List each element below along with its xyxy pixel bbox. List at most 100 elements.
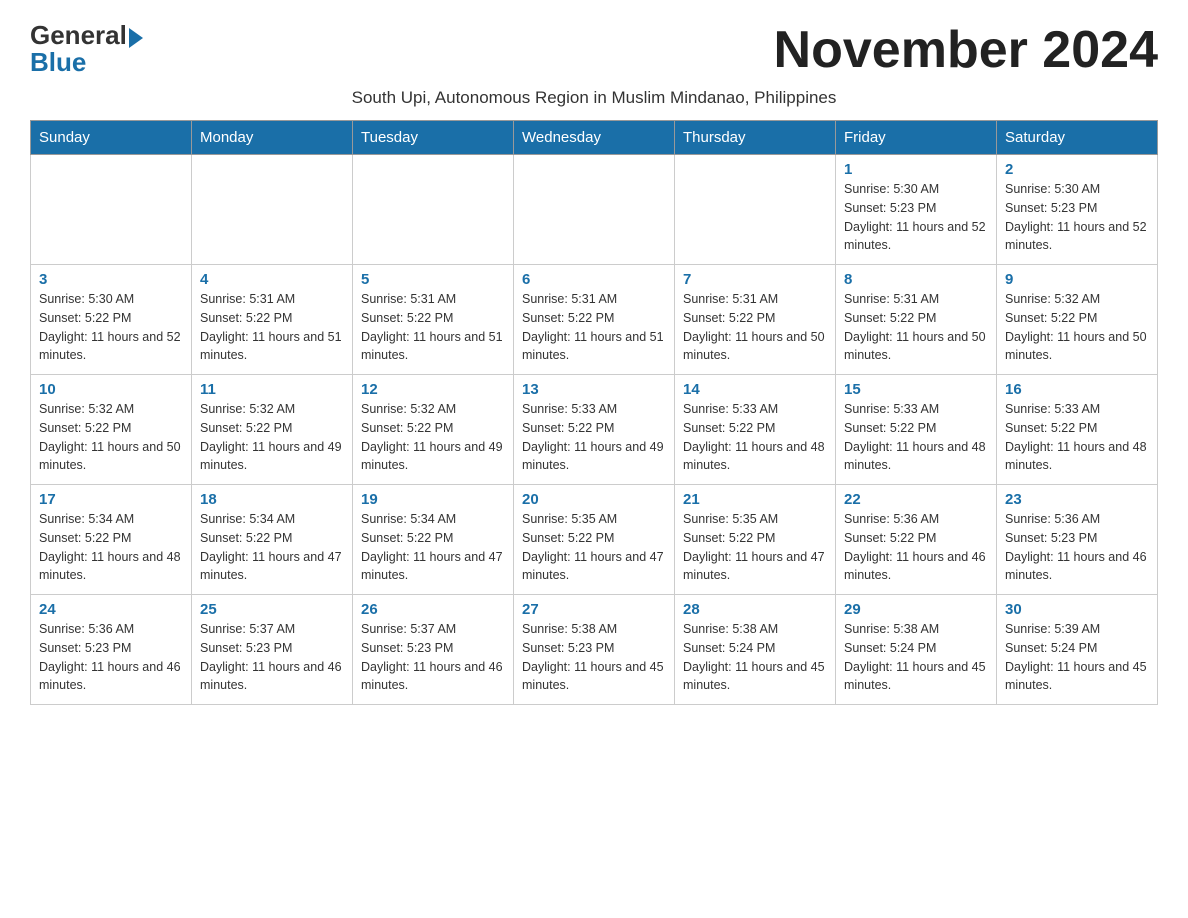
day-cell: 14 Sunrise: 5:33 AM Sunset: 5:22 PM Dayli…: [675, 375, 836, 485]
day-number: 19: [361, 491, 505, 508]
day-cell: [353, 155, 514, 265]
week-row-2: 3Sunrise: 5:30 AM Sunset: 5:22 PM Daylig…: [31, 265, 1158, 375]
day-info: Sunrise: 5:30 AM Sunset: 5:22 PM Dayligh…: [39, 290, 183, 365]
day-number: 8: [844, 271, 988, 288]
day-info: Sunrise: 5:34 AM Sunset: 5:22 PM Dayligh…: [200, 510, 344, 585]
day-cell: 25 Sunrise: 5:37 AM Sunset: 5:23 PM Dayli…: [192, 595, 353, 705]
day-info: Sunrise: 5:38 AM Sunset: 5:24 PM Dayligh…: [683, 620, 827, 695]
subtitle: South Upi, Autonomous Region in Muslim M…: [30, 88, 1158, 108]
day-number: 22: [844, 491, 988, 508]
day-number: 17: [39, 491, 183, 508]
weekday-header-wednesday: Wednesday: [514, 121, 675, 155]
day-cell: 17 Sunrise: 5:34 AM Sunset: 5:22 PM Dayli…: [31, 485, 192, 595]
calendar-table: SundayMondayTuesdayWednesdayThursdayFrid…: [30, 120, 1158, 705]
day-number: 18: [200, 491, 344, 508]
day-number: 9: [1005, 271, 1149, 288]
day-info: Sunrise: 5:35 AM Sunset: 5:22 PM Dayligh…: [522, 510, 666, 585]
weekday-header-thursday: Thursday: [675, 121, 836, 155]
day-info: Sunrise: 5:37 AM Sunset: 5:23 PM Dayligh…: [361, 620, 505, 695]
day-info: Sunrise: 5:33 AM Sunset: 5:22 PM Dayligh…: [683, 400, 827, 475]
day-info: Sunrise: 5:35 AM Sunset: 5:22 PM Dayligh…: [683, 510, 827, 585]
weekday-header-row: SundayMondayTuesdayWednesdayThursdayFrid…: [31, 121, 1158, 155]
day-cell: 23 Sunrise: 5:36 AM Sunset: 5:23 PM Dayli…: [997, 485, 1158, 595]
day-cell: 30Sunrise: 5:39 AM Sunset: 5:24 PM Dayli…: [997, 595, 1158, 705]
day-number: 21: [683, 491, 827, 508]
day-cell: [192, 155, 353, 265]
week-row-3: 10 Sunrise: 5:32 AM Sunset: 5:22 PM Dayli…: [31, 375, 1158, 485]
day-info: Sunrise: 5:31 AM Sunset: 5:22 PM Dayligh…: [200, 290, 344, 365]
day-cell: 13Sunrise: 5:33 AM Sunset: 5:22 PM Dayli…: [514, 375, 675, 485]
day-cell: 11Sunrise: 5:32 AM Sunset: 5:22 PM Dayli…: [192, 375, 353, 485]
day-number: 10: [39, 381, 183, 398]
weekday-header-tuesday: Tuesday: [353, 121, 514, 155]
day-info: Sunrise: 5:36 AM Sunset: 5:22 PM Dayligh…: [844, 510, 988, 585]
day-info: Sunrise: 5:37 AM Sunset: 5:23 PM Dayligh…: [200, 620, 344, 695]
day-number: 6: [522, 271, 666, 288]
week-row-1: 1 Sunrise: 5:30 AM Sunset: 5:23 PM Daylig…: [31, 155, 1158, 265]
day-info: Sunrise: 5:31 AM Sunset: 5:22 PM Dayligh…: [683, 290, 827, 365]
day-cell: 6 Sunrise: 5:31 AM Sunset: 5:22 PM Daylig…: [514, 265, 675, 375]
logo-arrow-icon: [129, 28, 143, 48]
day-info: Sunrise: 5:34 AM Sunset: 5:22 PM Dayligh…: [39, 510, 183, 585]
day-cell: 7 Sunrise: 5:31 AM Sunset: 5:22 PM Daylig…: [675, 265, 836, 375]
day-number: 23: [1005, 491, 1149, 508]
day-number: 28: [683, 601, 827, 618]
day-number: 1: [844, 161, 988, 178]
day-cell: 10 Sunrise: 5:32 AM Sunset: 5:22 PM Dayli…: [31, 375, 192, 485]
day-cell: 8 Sunrise: 5:31 AM Sunset: 5:22 PM Daylig…: [836, 265, 997, 375]
week-row-5: 24 Sunrise: 5:36 AM Sunset: 5:23 PM Dayli…: [31, 595, 1158, 705]
page-title: November 2024: [774, 20, 1158, 80]
day-number: 12: [361, 381, 505, 398]
day-number: 5: [361, 271, 505, 288]
day-cell: 19 Sunrise: 5:34 AM Sunset: 5:22 PM Dayli…: [353, 485, 514, 595]
day-cell: 3Sunrise: 5:30 AM Sunset: 5:22 PM Daylig…: [31, 265, 192, 375]
day-number: 7: [683, 271, 827, 288]
day-info: Sunrise: 5:36 AM Sunset: 5:23 PM Dayligh…: [1005, 510, 1149, 585]
day-info: Sunrise: 5:36 AM Sunset: 5:23 PM Dayligh…: [39, 620, 183, 695]
day-number: 15: [844, 381, 988, 398]
day-cell: 9 Sunrise: 5:32 AM Sunset: 5:22 PM Daylig…: [997, 265, 1158, 375]
day-cell: 26Sunrise: 5:37 AM Sunset: 5:23 PM Dayli…: [353, 595, 514, 705]
day-info: Sunrise: 5:30 AM Sunset: 5:23 PM Dayligh…: [1005, 180, 1149, 255]
weekday-header-sunday: Sunday: [31, 121, 192, 155]
day-info: Sunrise: 5:32 AM Sunset: 5:22 PM Dayligh…: [39, 400, 183, 475]
day-cell: [31, 155, 192, 265]
day-info: Sunrise: 5:31 AM Sunset: 5:22 PM Dayligh…: [522, 290, 666, 365]
day-number: 2: [1005, 161, 1149, 178]
day-cell: 29 Sunrise: 5:38 AM Sunset: 5:24 PM Dayli…: [836, 595, 997, 705]
day-cell: 21 Sunrise: 5:35 AM Sunset: 5:22 PM Dayli…: [675, 485, 836, 595]
page-header: General Blue November 2024: [30, 20, 1158, 80]
day-cell: 15 Sunrise: 5:33 AM Sunset: 5:22 PM Dayli…: [836, 375, 997, 485]
day-info: Sunrise: 5:32 AM Sunset: 5:22 PM Dayligh…: [361, 400, 505, 475]
logo: General Blue: [30, 20, 143, 78]
day-info: Sunrise: 5:32 AM Sunset: 5:22 PM Dayligh…: [1005, 290, 1149, 365]
day-number: 16: [1005, 381, 1149, 398]
day-number: 24: [39, 601, 183, 618]
day-cell: 24 Sunrise: 5:36 AM Sunset: 5:23 PM Dayli…: [31, 595, 192, 705]
day-cell: 27Sunrise: 5:38 AM Sunset: 5:23 PM Dayli…: [514, 595, 675, 705]
day-info: Sunrise: 5:33 AM Sunset: 5:22 PM Dayligh…: [522, 400, 666, 475]
day-cell: 22 Sunrise: 5:36 AM Sunset: 5:22 PM Dayli…: [836, 485, 997, 595]
day-cell: 1Sunrise: 5:30 AM Sunset: 5:23 PM Daylig…: [836, 155, 997, 265]
day-cell: 20Sunrise: 5:35 AM Sunset: 5:22 PM Dayli…: [514, 485, 675, 595]
day-info: Sunrise: 5:39 AM Sunset: 5:24 PM Dayligh…: [1005, 620, 1149, 695]
day-cell: 16 Sunrise: 5:33 AM Sunset: 5:22 PM Dayli…: [997, 375, 1158, 485]
logo-blue-text: Blue: [30, 47, 86, 78]
day-number: 14: [683, 381, 827, 398]
day-cell: 5 Sunrise: 5:31 AM Sunset: 5:22 PM Daylig…: [353, 265, 514, 375]
day-number: 4: [200, 271, 344, 288]
day-cell: [514, 155, 675, 265]
day-cell: 28 Sunrise: 5:38 AM Sunset: 5:24 PM Dayli…: [675, 595, 836, 705]
day-info: Sunrise: 5:38 AM Sunset: 5:23 PM Dayligh…: [522, 620, 666, 695]
day-info: Sunrise: 5:33 AM Sunset: 5:22 PM Dayligh…: [1005, 400, 1149, 475]
day-info: Sunrise: 5:38 AM Sunset: 5:24 PM Dayligh…: [844, 620, 988, 695]
day-info: Sunrise: 5:33 AM Sunset: 5:22 PM Dayligh…: [844, 400, 988, 475]
day-info: Sunrise: 5:34 AM Sunset: 5:22 PM Dayligh…: [361, 510, 505, 585]
day-number: 29: [844, 601, 988, 618]
day-cell: 18 Sunrise: 5:34 AM Sunset: 5:22 PM Dayli…: [192, 485, 353, 595]
day-info: Sunrise: 5:31 AM Sunset: 5:22 PM Dayligh…: [361, 290, 505, 365]
weekday-header-monday: Monday: [192, 121, 353, 155]
day-number: 25: [200, 601, 344, 618]
day-number: 11: [200, 381, 344, 398]
day-info: Sunrise: 5:31 AM Sunset: 5:22 PM Dayligh…: [844, 290, 988, 365]
